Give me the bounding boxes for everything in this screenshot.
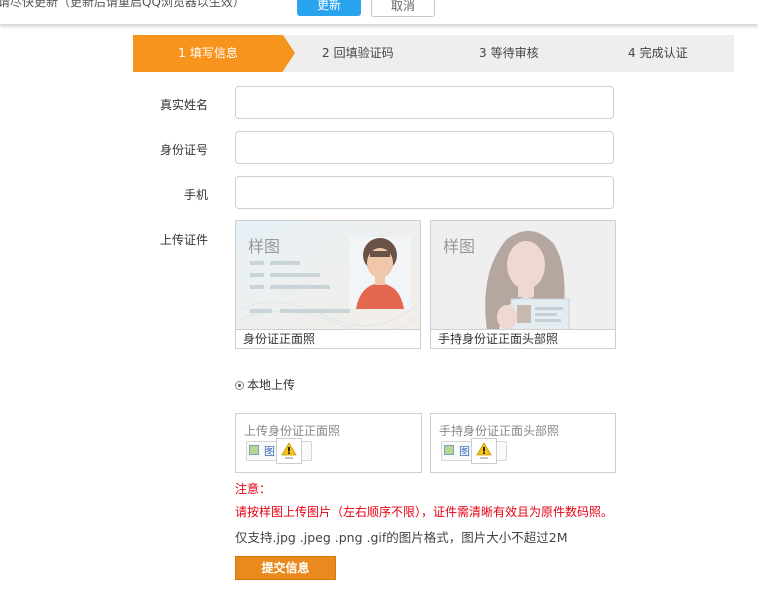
note-line-1: 请按样图上传图片（左右顺序不限），证件需清晰有效且为原件数码照。 — [235, 505, 614, 519]
real-name-label: 真实姓名 — [159, 98, 208, 112]
id-number-input[interactable] — [235, 131, 614, 164]
upload-control-text: 图 — [459, 445, 470, 458]
local-upload-option[interactable]: 本地上传 — [235, 376, 295, 393]
step-number: 4 — [628, 46, 636, 60]
plugin-warning — [276, 438, 302, 464]
step-number: 1 — [178, 46, 186, 60]
update-button[interactable]: 更新 — [297, 0, 361, 16]
upload-documents-label: 上传证件 — [159, 233, 208, 247]
upload-box-id-front: 上传身份证正面照 图 — [235, 413, 422, 473]
local-upload-label: 本地上传 — [247, 378, 296, 392]
sample-front-caption: 身份证正面照 — [236, 329, 420, 348]
real-name-input[interactable] — [235, 86, 614, 119]
step-label: 完成认证 — [639, 46, 688, 60]
step-arrow — [283, 35, 295, 71]
image-icon — [249, 445, 259, 455]
sample-handheld-id: 样图 手持身份证正面头部照 — [430, 220, 616, 349]
radio-button[interactable] — [235, 381, 244, 390]
warning-icon — [476, 442, 492, 459]
warning-icon — [281, 442, 297, 459]
sample-hold-caption: 手持身份证正面头部照 — [431, 329, 615, 348]
progress-steps: 1 填写信息 2 回填验证码 3 等待审核 4 完成认证 — [133, 35, 734, 72]
step-await-review: 3 等待审核 — [479, 35, 539, 72]
cancel-button[interactable]: 取消 — [371, 0, 435, 17]
step-verify-code: 2 回填验证码 — [322, 35, 394, 72]
step-number: 3 — [479, 46, 487, 60]
phone-label: 手机 — [183, 188, 208, 202]
image-icon — [444, 445, 454, 455]
plugin-warning — [471, 438, 497, 464]
note-title: 注意： — [235, 482, 272, 496]
sample-tag: 样图 — [248, 237, 281, 256]
sample-id-front: 样图 身份证正面照 — [235, 220, 421, 349]
sample-tag: 样图 — [443, 237, 476, 256]
step-fill-info: 1 填写信息 — [133, 35, 295, 72]
update-notification-bar: 请尽快更新（更新后请重启QQ浏览器以生效） 更新 取消 — [0, 0, 758, 25]
phone-input[interactable] — [235, 176, 614, 209]
step-number: 2 — [322, 46, 330, 60]
update-notice-text: 请尽快更新（更新后请重启QQ浏览器以生效） — [0, 0, 245, 9]
upload-hold-title: 手持身份证正面头部照 — [439, 424, 560, 438]
step-complete: 4 完成认证 — [628, 35, 688, 72]
step-label: 填写信息 — [189, 46, 238, 60]
upload-control-text: 图 — [264, 445, 275, 458]
submit-button[interactable]: 提交信息 — [235, 556, 336, 580]
upload-box-handheld: 手持身份证正面头部照 图 — [430, 413, 616, 473]
step-label: 等待审核 — [490, 46, 539, 60]
note-line-2: 仅支持.jpg .jpeg .png .gif的图片格式，图片大小不超过2M — [235, 530, 568, 545]
id-number-label: 身份证号 — [159, 143, 208, 157]
upload-front-title: 上传身份证正面照 — [244, 424, 341, 438]
step-label: 回填验证码 — [333, 46, 394, 60]
